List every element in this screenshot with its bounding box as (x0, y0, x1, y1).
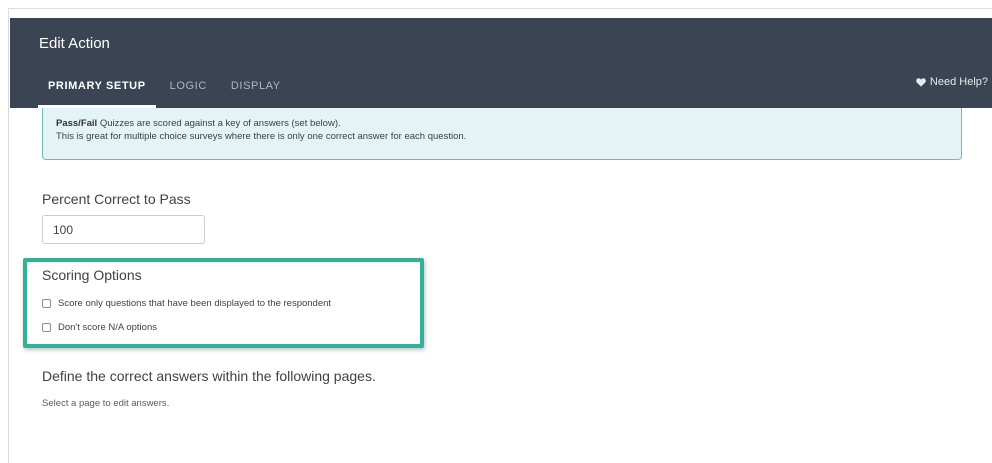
info-line-2: This is great for multiple choice survey… (56, 131, 467, 142)
heart-icon (916, 77, 926, 87)
modal-title: Edit Action (39, 35, 110, 52)
tab-primary-setup[interactable]: PRIMARY SETUP (38, 72, 156, 108)
info-line-1: Pass/Fail Quizzes are scored against a k… (56, 117, 948, 130)
dont-score-na-option[interactable]: Don't score N/A options (42, 322, 157, 333)
select-page-hint: Select a page to edit answers. (42, 398, 170, 409)
tab-bar: PRIMARY SETUP LOGIC DISPLAY (38, 72, 295, 108)
score-displayed-only-option[interactable]: Score only questions that have been disp… (42, 298, 331, 309)
scoring-options-label: Scoring Options (42, 267, 142, 283)
dont-score-na-checkbox[interactable] (42, 323, 51, 332)
modal-header: Edit Action PRIMARY SETUP LOGIC DISPLAY … (10, 18, 992, 108)
info-line-1-text: Quizzes are scored against a key of answ… (97, 118, 341, 129)
score-displayed-only-label: Score only questions that have been disp… (58, 298, 332, 309)
tab-logic[interactable]: LOGIC (160, 72, 217, 108)
percent-correct-label: Percent Correct to Pass (42, 191, 191, 207)
tab-display[interactable]: DISPLAY (221, 72, 291, 108)
percent-correct-input[interactable] (42, 215, 205, 244)
define-answers-heading: Define the correct answers within the fo… (42, 368, 376, 384)
score-displayed-only-checkbox[interactable] (42, 299, 51, 308)
need-help-label: Need Help? (929, 76, 988, 88)
dont-score-na-label: Don't score N/A options (58, 322, 157, 333)
info-bold-prefix: Pass/Fail (56, 118, 98, 129)
need-help-link[interactable]: Need Help? (916, 76, 988, 88)
info-callout: Pass/Fail Quizzes are scored against a k… (42, 108, 962, 160)
